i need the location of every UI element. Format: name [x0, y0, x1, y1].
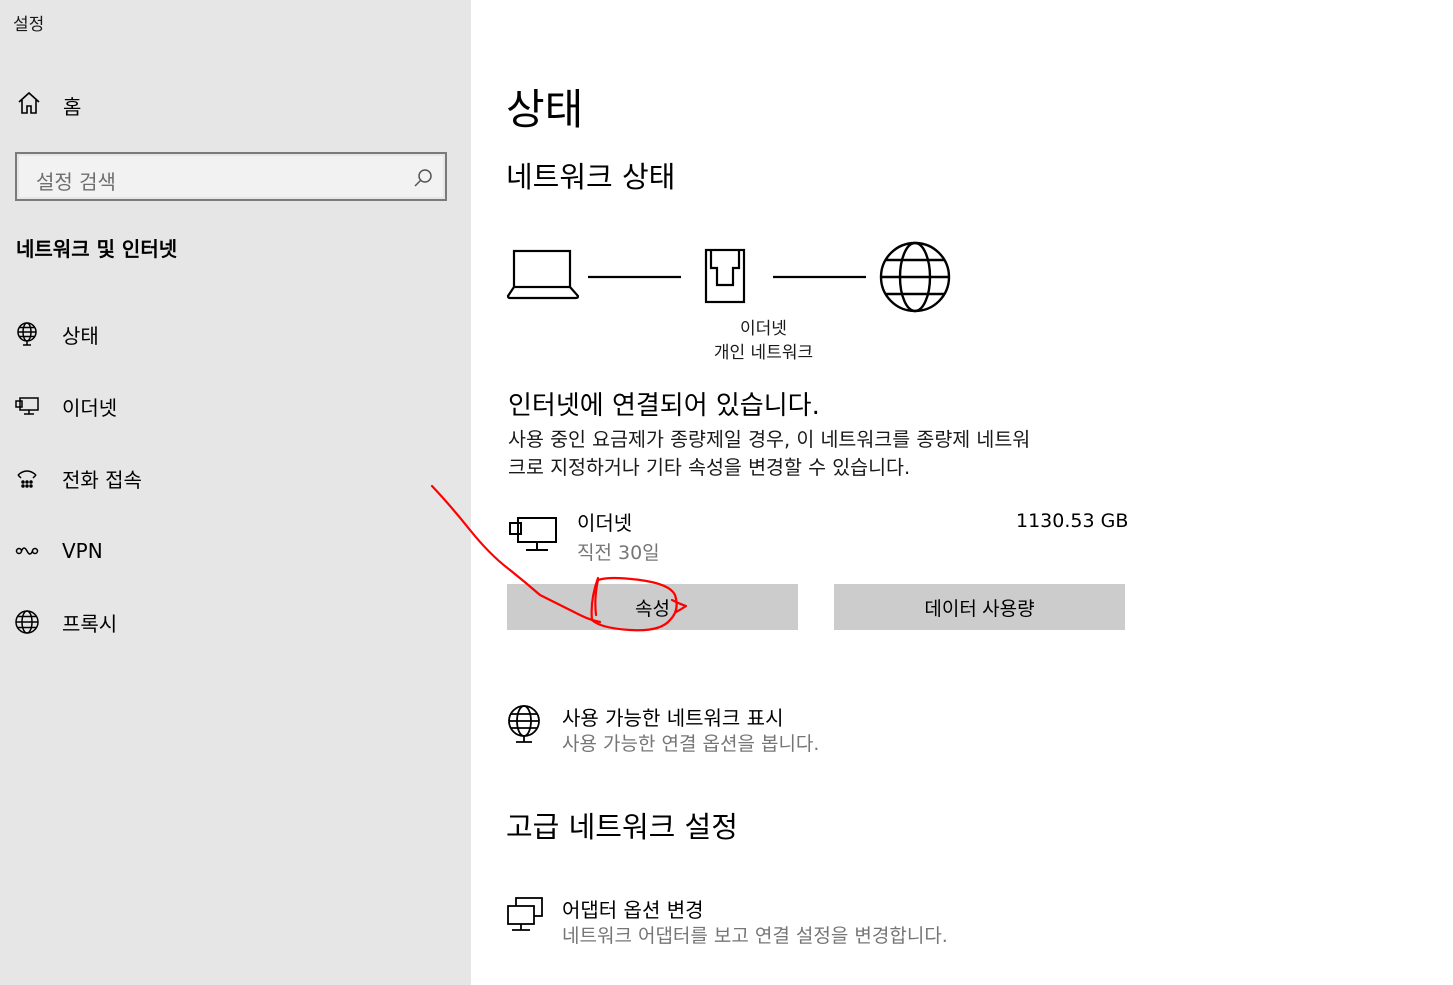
data-usage-amount: 1130.53 GB — [1016, 510, 1129, 532]
description-line: 사용 중인 요금제가 종량제일 경우, 이 네트워크를 종량제 네트워 — [508, 428, 1031, 451]
sidebar-item-vpn[interactable]: VPN — [14, 536, 103, 566]
dial-up-icon — [14, 465, 40, 491]
page-title: 상태 — [506, 85, 584, 134]
description-line: 크로 지정하거나 기타 속성을 변경할 수 있습니다. — [508, 456, 911, 479]
sidebar-item-label: 상태 — [62, 323, 99, 348]
sidebar-item-proxy[interactable]: 프록시 — [14, 607, 117, 637]
properties-button[interactable]: 속성 — [507, 584, 798, 630]
home-label: 홈 — [63, 94, 82, 119]
network-status-title: 네트워크 상태 — [506, 160, 676, 194]
vpn-icon — [14, 538, 40, 564]
show-networks-subtitle: 사용 가능한 연결 옵션을 봅니다. — [562, 733, 820, 755]
home-nav-item[interactable]: 홈 — [16, 90, 81, 120]
sidebar-item-label: 프록시 — [62, 611, 118, 636]
network-profile-label: 개인 네트워크 — [713, 343, 814, 363]
home-icon — [16, 90, 42, 120]
ethernet-icon — [14, 393, 40, 419]
app-title: 설정 — [13, 15, 45, 35]
connection-type-label: 이더넷 — [740, 319, 787, 339]
globe-icon — [879, 241, 951, 313]
main-content: 상태 네트워크 상태 이더넷 개인 네트워크 인터넷에 연결되어 있습니다. 사… — [471, 0, 1453, 985]
sidebar-item-status[interactable]: 상태 — [14, 319, 99, 349]
advanced-network-settings-title: 고급 네트워크 설정 — [506, 810, 738, 844]
search-icon[interactable] — [413, 168, 433, 192]
sidebar-item-label: VPN — [62, 539, 103, 563]
sidebar-item-ethernet[interactable]: 이더넷 — [14, 391, 117, 421]
globe-status-icon — [14, 321, 40, 347]
sidebar-item-label: 전화 접속 — [62, 467, 142, 492]
sidebar: 설정 홈 설정 검색 네트워크 및 인터넷 상태 이더넷 전화 접속 VPN 프… — [0, 0, 471, 985]
sidebar-item-dial-up[interactable]: 전화 접속 — [14, 463, 142, 493]
connection-name: 이더넷 — [577, 511, 633, 535]
adapter-options-title[interactable]: 어댑터 옵션 변경 — [562, 894, 704, 923]
connection-status-text: 인터넷에 연결되어 있습니다. — [508, 391, 820, 421]
show-networks-title[interactable]: 사용 가능한 네트워크 표시 — [562, 702, 783, 731]
laptop-icon — [506, 249, 580, 300]
network-adapter-icon — [506, 896, 544, 940]
globe-icon — [14, 609, 40, 635]
network-diagram: 이더넷 개인 네트워크 — [506, 238, 966, 368]
metered-description: 사용 중인 요금제가 종량제일 경우, 이 네트워크를 종량제 네트워 크로 지… — [508, 426, 1138, 482]
ethernet-icon — [508, 514, 560, 560]
search-input[interactable]: 설정 검색 — [36, 166, 116, 195]
globe-network-icon — [506, 704, 542, 748]
data-usage-button[interactable]: 데이터 사용량 — [834, 584, 1125, 630]
connection-period: 직전 30일 — [577, 542, 660, 564]
section-title: 네트워크 및 인터넷 — [16, 237, 178, 261]
sidebar-item-label: 이더넷 — [62, 395, 118, 420]
adapter-options-subtitle: 네트워크 어댑터를 보고 연결 설정을 변경합니다. — [562, 925, 948, 947]
ethernet-port-icon — [704, 248, 746, 304]
settings-search-box[interactable]: 설정 검색 — [15, 152, 447, 201]
